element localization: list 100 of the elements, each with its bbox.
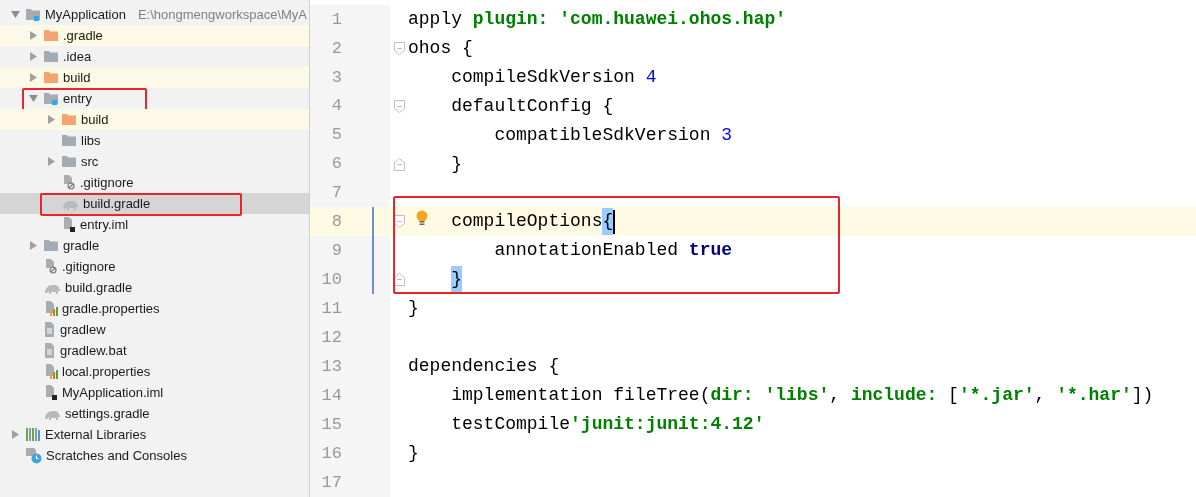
expand-arrow-icon[interactable]: [28, 31, 38, 40]
module-folder-icon: [44, 92, 59, 105]
line-number: 8: [331, 211, 342, 234]
tree-item[interactable]: entry.iml: [0, 214, 309, 235]
expand-arrow-icon[interactable]: [28, 73, 38, 82]
expand-arrow-icon[interactable]: [28, 241, 38, 250]
item-label: gradle.properties: [62, 299, 160, 318]
code-token: ,: [829, 384, 841, 408]
fold-marker-icon[interactable]: [393, 273, 405, 287]
code-token: '*.har': [1056, 384, 1132, 408]
line-number: 3: [331, 66, 342, 89]
expand-arrow-icon[interactable]: [28, 52, 38, 61]
tree-item[interactable]: .gitignore: [0, 172, 309, 193]
folder-icon: [44, 50, 59, 63]
expand-arrow-icon[interactable]: [10, 430, 20, 439]
folder-icon: [62, 113, 77, 126]
tree-item[interactable]: .gitignore: [0, 256, 309, 277]
line-number: 7: [331, 182, 342, 205]
line-number: 14: [321, 384, 342, 407]
line-number: 11: [321, 298, 342, 321]
code-token: ohos {: [408, 36, 473, 60]
tree-item[interactable]: src: [0, 151, 309, 172]
item-label: libs: [81, 131, 101, 150]
item-label: External Libraries: [45, 425, 147, 444]
libraries-icon: [26, 428, 41, 441]
code-token: compileSdkVersion: [451, 65, 635, 89]
item-label: gradle: [63, 236, 100, 255]
item-label: entry: [63, 89, 92, 108]
item-label: settings.gradle: [65, 404, 150, 423]
item-label: Scratches and Consoles: [46, 446, 187, 465]
fold-marker-icon[interactable]: [393, 157, 405, 171]
tree-item[interactable]: libs: [0, 130, 309, 151]
item-label: build: [81, 110, 109, 129]
tree-item[interactable]: build.gradle: [0, 277, 309, 298]
line-number: 6: [331, 153, 342, 176]
code-token: annotationEnabled: [494, 239, 679, 263]
expand-arrow-icon[interactable]: [46, 157, 56, 166]
code-token: }: [451, 152, 462, 176]
tree-item[interactable]: local.properties: [0, 361, 309, 382]
code-token: }: [408, 442, 419, 465]
ignored-file-icon: [62, 175, 76, 190]
line-number: 1: [331, 8, 342, 31]
folder-icon: [62, 155, 77, 168]
code-token: 'junit:junit:4.12': [570, 413, 765, 437]
expand-arrow-icon[interactable]: [46, 115, 56, 124]
item-label: .idea: [63, 47, 92, 66]
line-number: 16: [321, 442, 342, 465]
tree-item[interactable]: Scratches and Consoles: [0, 445, 309, 466]
fold-marker-icon[interactable]: [393, 215, 405, 229]
line-number: 10: [321, 269, 342, 292]
item-label: entry.iml: [80, 215, 129, 234]
tree-item[interactable]: MyApplication.iml: [0, 382, 309, 403]
code-token: 3: [721, 123, 733, 147]
lightbulb-icon[interactable]: [416, 210, 428, 227]
code-token: ]): [1131, 384, 1154, 408]
tree-item[interactable]: gradle.properties: [0, 298, 309, 319]
tree-item[interactable]: build: [0, 67, 309, 88]
item-label: MyApplication.iml: [62, 383, 164, 402]
item-label: MyApplication: [45, 5, 126, 24]
item-label: .gradle: [63, 26, 103, 45]
fold-marker-icon[interactable]: [393, 99, 405, 113]
code-token: 'com.huawei.ohos.hap': [559, 7, 787, 31]
tree-item[interactable]: gradle: [0, 235, 309, 256]
tree-item[interactable]: MyApplication E:\hongmengworkspace\MyA: [0, 4, 309, 25]
ignored-file-icon: [44, 259, 58, 274]
code-token: [: [948, 384, 959, 408]
line-number: 15: [321, 413, 342, 436]
tree-item[interactable]: gradlew: [0, 319, 309, 340]
tree-item[interactable]: External Libraries: [0, 424, 309, 445]
code-token: dir:: [710, 384, 754, 408]
tree-item[interactable]: .gradle: [0, 25, 309, 46]
collapse-arrow-icon[interactable]: [28, 94, 38, 103]
file-icon: [62, 217, 76, 232]
code-token: 4: [645, 65, 657, 89]
text-file-icon: [44, 322, 56, 337]
fold-marker-icon[interactable]: [393, 41, 405, 55]
code-token: include:: [850, 384, 938, 408]
item-path: E:\hongmengworkspace\MyA: [137, 5, 308, 24]
text-file-icon: [44, 343, 56, 358]
code-token: }: [408, 297, 419, 321]
tree-item[interactable]: .idea: [0, 46, 309, 67]
code-token: dependencies {: [408, 355, 560, 379]
collapse-arrow-icon[interactable]: [10, 10, 20, 19]
tree-item[interactable]: gradlew.bat: [0, 340, 309, 361]
scratch-file-icon: [26, 447, 42, 464]
tree-item[interactable]: build: [0, 109, 309, 130]
code-token: plugin:: [472, 7, 549, 31]
line-number: 9: [331, 240, 342, 263]
item-label: build.gradle: [65, 278, 133, 297]
item-label: gradlew.bat: [60, 341, 127, 360]
code-token: ,: [1034, 384, 1046, 408]
tree-item[interactable]: build.gradle: [0, 193, 309, 214]
folder-icon: [44, 29, 59, 42]
code-token: compatibleSdkVersion: [494, 123, 711, 147]
code-token: compileOptions: [451, 210, 603, 234]
item-label: build: [63, 68, 91, 87]
tree-item[interactable]: settings.gradle: [0, 403, 309, 424]
file-icon: [44, 385, 58, 400]
item-label: local.properties: [62, 362, 151, 381]
code-token: apply: [408, 7, 462, 31]
